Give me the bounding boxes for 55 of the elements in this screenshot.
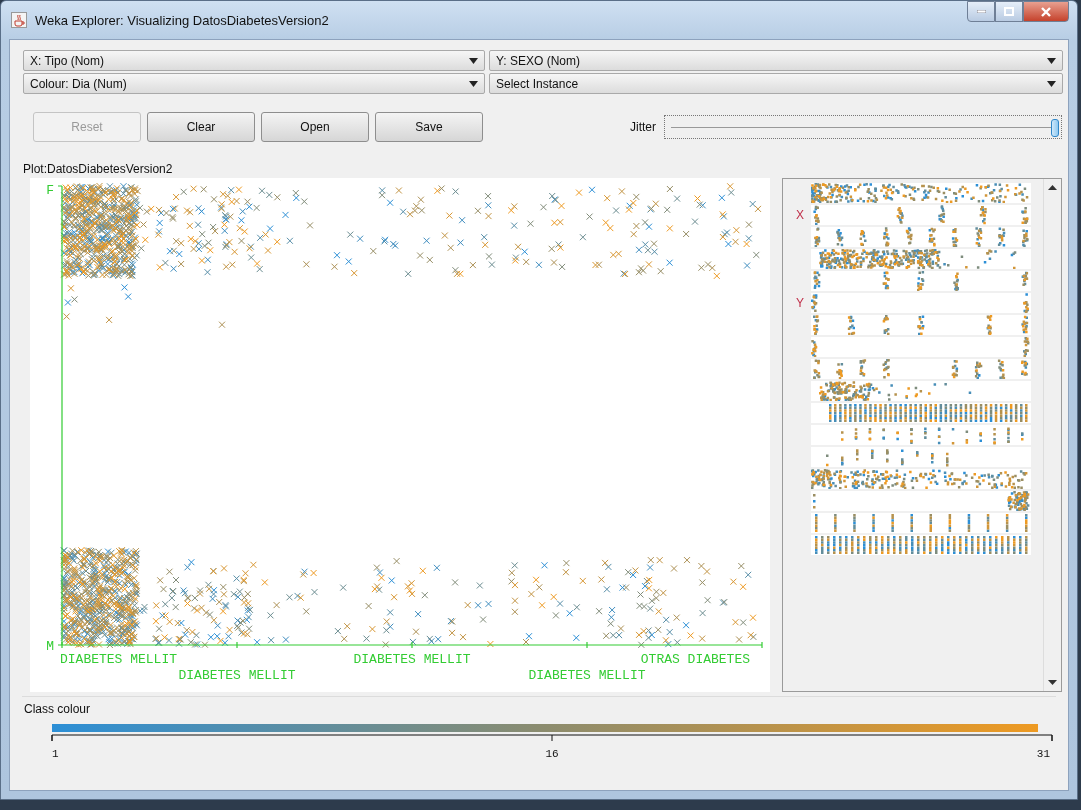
x-axis-label: DIABETES MELLIT xyxy=(353,652,471,667)
colour-scale-label: 16 xyxy=(545,748,559,760)
attribute-strip-drawing[interactable] xyxy=(811,535,1031,555)
attribute-strip-drawing[interactable] xyxy=(811,271,1031,291)
attribute-strip-drawing[interactable] xyxy=(811,205,1031,225)
plot-title: Plot:DatosDiabetesVersion2 xyxy=(23,162,174,176)
dropdown[interactable]: X: Tipo (Nom) xyxy=(23,50,485,71)
toolbar-button[interactable]: Clear xyxy=(147,112,255,142)
window-title: Weka Explorer: Visualizing DatosDiabetesVersion2 xyxy=(35,12,330,28)
attribute-strip-drawing[interactable] xyxy=(811,293,1031,313)
y-axis-label: F xyxy=(46,183,54,198)
dropdown-arrow-icon xyxy=(469,80,478,87)
x-axis-label: DIABETES MELLIT xyxy=(528,668,646,683)
attribute-strip-drawing[interactable] xyxy=(811,359,1031,379)
jitter-slider[interactable] xyxy=(664,115,1062,139)
cup-icon xyxy=(11,12,27,28)
colour-scale-label: 31 xyxy=(1036,748,1050,760)
dropdown[interactable]: Y: SEXO (Nom) xyxy=(489,50,1063,71)
attribute-strip-drawing[interactable] xyxy=(811,403,1031,423)
scroll-up-icon[interactable] xyxy=(1048,185,1057,190)
attribute-strip-drawing[interactable] xyxy=(811,491,1031,511)
attribute-strip-drawing[interactable] xyxy=(811,183,1031,203)
minimize-button[interactable] xyxy=(967,1,995,22)
jitter-label: Jitter xyxy=(630,120,656,134)
dropdown-arrow-icon xyxy=(469,57,478,64)
slider-thumb[interactable] xyxy=(1051,119,1059,137)
close-button[interactable] xyxy=(1023,1,1069,22)
x-axis-label: DIABETES MELLIT xyxy=(60,652,178,667)
dropdown[interactable]: Select Instance xyxy=(489,73,1063,94)
attribute-strip-drawing[interactable] xyxy=(811,381,1031,401)
axis-marker: X xyxy=(795,208,805,222)
attribute-strip-drawing[interactable] xyxy=(811,315,1031,335)
x-axis-label: OTRAS DIABETES xyxy=(640,652,750,667)
attribute-strip-drawing[interactable] xyxy=(811,513,1031,533)
colour-scale-label: 1 xyxy=(52,748,59,760)
dropdown-arrow-icon xyxy=(1047,80,1056,87)
dropdown[interactable]: Colour: Dia (Num) xyxy=(23,73,485,94)
class-colour-label: Class colour xyxy=(22,696,1056,719)
y-axis-label: M xyxy=(46,639,54,654)
axis-marker: Y xyxy=(795,296,805,310)
close-icon xyxy=(1041,6,1051,17)
x-axis-label: DIABETES MELLIT xyxy=(178,668,296,683)
attribute-strip-drawing[interactable] xyxy=(811,249,1031,269)
scroll-down-icon[interactable] xyxy=(1048,680,1057,685)
attribute-strip-drawing[interactable] xyxy=(811,227,1031,247)
minimize-icon xyxy=(976,10,986,13)
attribute-strip-drawing[interactable] xyxy=(811,447,1031,467)
toolbar-button[interactable]: Open xyxy=(261,112,369,142)
attribute-strip-drawing[interactable] xyxy=(811,425,1031,445)
maximize-button[interactable] xyxy=(995,1,1023,22)
maximize-icon xyxy=(1004,7,1014,16)
attribute-strip-drawing[interactable] xyxy=(811,337,1031,357)
dropdown-arrow-icon xyxy=(1047,57,1056,64)
toolbar-button[interactable]: Save xyxy=(375,112,483,142)
attribute-strip-drawing[interactable] xyxy=(811,469,1031,489)
